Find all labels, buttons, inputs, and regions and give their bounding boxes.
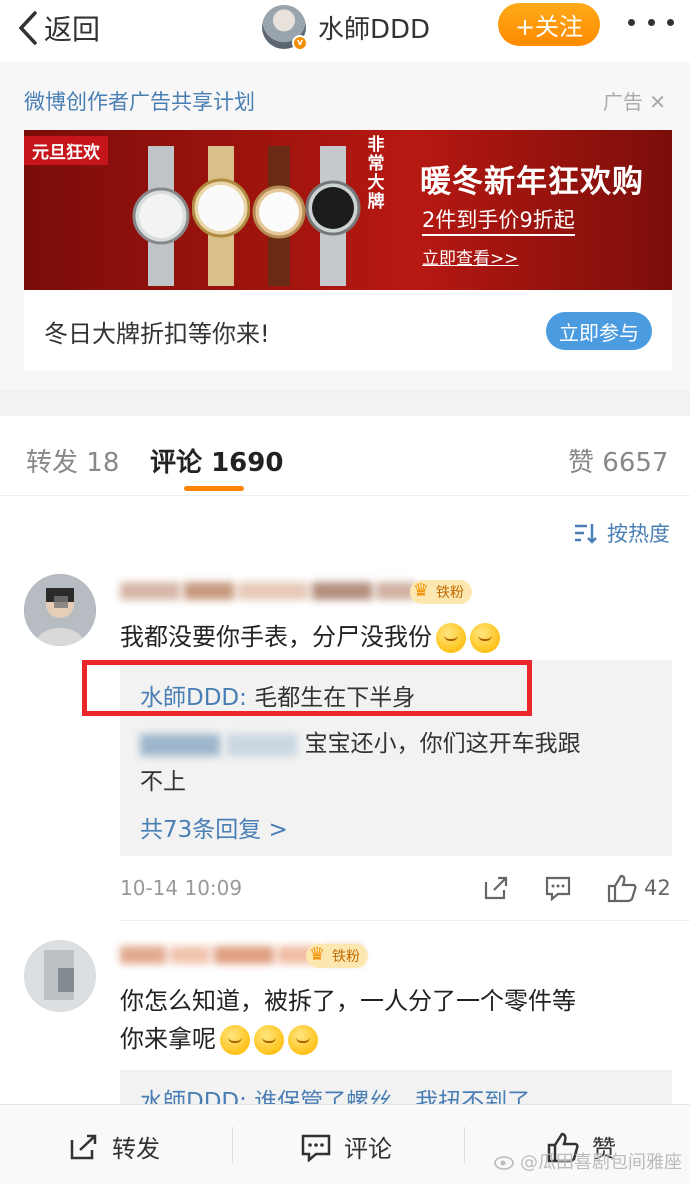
reply-item[interactable]: 宝宝还小，你们这开车我跟 xyxy=(140,726,581,762)
back-button[interactable]: 返回 xyxy=(18,8,100,48)
emoji-icon xyxy=(254,1025,284,1055)
avatar[interactable] xyxy=(24,574,96,646)
emoji-icon xyxy=(436,623,466,653)
avatar[interactable] xyxy=(24,940,96,1012)
reply-text-line2: 不上 xyxy=(140,769,186,795)
ad-cta-button[interactable]: 立即参与 xyxy=(546,312,652,350)
comment-label: 评论 xyxy=(344,1135,392,1163)
ad-banner-subtitle: 2件到手价9折起 xyxy=(422,204,575,236)
ad-vertical-text: 非常大牌 xyxy=(367,135,385,212)
comment-body: 我都没要你手表，分尸没我份 xyxy=(120,623,432,651)
comment-actions: 42 xyxy=(482,872,671,904)
tab-repost[interactable]: 转发 18 xyxy=(26,442,119,479)
sort-by-hot-button[interactable]: 按热度 xyxy=(573,518,670,548)
verified-badge-icon: v xyxy=(292,35,308,51)
more-options-icon[interactable] xyxy=(628,12,674,32)
comment-divider xyxy=(120,920,690,921)
ad-banner-link[interactable]: 立即查看>> xyxy=(422,244,519,269)
weibo-logo-icon xyxy=(494,1156,514,1170)
ad-label: 广告 xyxy=(602,90,643,114)
tab-likes-count: 6657 xyxy=(602,448,669,478)
fan-badge: 铁粉 xyxy=(410,580,472,604)
post-tabs: 转发 18 评论 1690 赞 6657 xyxy=(0,416,690,496)
tab-comments-count: 1690 xyxy=(211,448,284,478)
highlight-annotation xyxy=(82,660,532,716)
comment-text: 我都没要你手表，分尸没我份 xyxy=(120,618,660,656)
tab-comments[interactable]: 评论 1690 xyxy=(150,442,283,479)
back-label: 返回 xyxy=(44,13,101,46)
comment-icon[interactable] xyxy=(544,874,572,902)
share-icon[interactable] xyxy=(482,874,510,902)
chevron-left-icon xyxy=(18,11,37,45)
watermark: @瓜田喜剧包间雅座 xyxy=(494,1148,682,1174)
ad-footer-text: 冬日大牌折扣等你来! xyxy=(44,320,270,348)
watch-image-icon xyxy=(192,146,250,286)
ad-ribbon: 元旦狂欢 xyxy=(24,136,108,165)
watch-image-icon xyxy=(305,146,361,286)
watermark-text: @瓜田喜剧包间雅座 xyxy=(520,1152,682,1173)
tab-likes[interactable]: 赞 6657 xyxy=(568,442,668,479)
active-tab-indicator xyxy=(184,486,244,491)
comment-text: 你怎么知道，被拆了，一人分了一个零件等 你来拿呢 xyxy=(120,982,660,1058)
section-divider xyxy=(0,390,690,416)
view-more-replies-link[interactable]: 共73条回复 > xyxy=(140,810,288,844)
ad-banner-image[interactable]: 元旦狂欢 非常大牌 暖冬新年狂欢购 2件到手价9折起 立即查看>> xyxy=(24,130,672,290)
comment-button[interactable]: 评论 xyxy=(300,1129,392,1164)
tab-comments-label: 评论 xyxy=(150,448,203,478)
bar-divider xyxy=(232,1127,233,1163)
avatar-image-icon xyxy=(24,940,96,1012)
comment-body-line2: 你来拿呢 xyxy=(120,1020,660,1058)
reply-author-blurred xyxy=(227,733,298,756)
username[interactable]: 水師DDD xyxy=(318,9,430,46)
ad-banner-title: 暖冬新年狂欢购 xyxy=(420,164,644,200)
sort-icon xyxy=(575,524,597,544)
top-nav-bar: 返回 v 水師DDD +关注 xyxy=(0,0,690,62)
follow-button[interactable]: +关注 xyxy=(498,3,600,46)
emoji-icon xyxy=(470,623,500,653)
tab-repost-count: 18 xyxy=(86,448,120,478)
avatar[interactable]: v xyxy=(262,5,308,51)
like-icon[interactable] xyxy=(606,873,638,903)
ad-card: 微博创作者广告共享计划 广告 ✕ 元旦狂欢 非常大牌 暖冬新年狂欢购 2件到手价… xyxy=(0,62,690,390)
repost-icon xyxy=(70,1134,97,1159)
watch-image-icon xyxy=(132,146,190,286)
like-count: 42 xyxy=(644,876,671,900)
ad-footer: 冬日大牌折扣等你来! 立即参与 xyxy=(24,290,672,370)
sort-label: 按热度 xyxy=(607,522,670,546)
avatar-image-icon xyxy=(24,574,96,646)
ad-close-button[interactable]: 广告 ✕ xyxy=(603,86,666,115)
fan-badge: 铁粉 xyxy=(306,944,368,968)
emoji-icon xyxy=(220,1025,250,1055)
ad-sponsor-text[interactable]: 微博创作者广告共享计划 xyxy=(24,86,255,116)
comment-icon xyxy=(301,1134,331,1162)
close-icon[interactable]: ✕ xyxy=(649,90,666,114)
tab-repost-label: 转发 xyxy=(26,448,79,478)
comment-timestamp: 10-14 10:09 xyxy=(120,876,243,900)
username-blurred[interactable] xyxy=(120,582,420,608)
watch-image-icon xyxy=(252,146,306,286)
reply-author-blurred xyxy=(140,733,220,756)
repost-button[interactable]: 转发 xyxy=(68,1129,160,1164)
comment-body-line1: 你怎么知道，被拆了，一人分了一个零件等 xyxy=(120,987,576,1015)
reply-text: 宝宝还小，你们这开车我跟 xyxy=(304,731,581,757)
repost-label: 转发 xyxy=(112,1135,160,1163)
bar-divider xyxy=(464,1127,465,1163)
emoji-icon xyxy=(288,1025,318,1055)
tab-likes-label: 赞 xyxy=(568,448,595,478)
profile-header[interactable]: v 水師DDD xyxy=(262,4,430,51)
